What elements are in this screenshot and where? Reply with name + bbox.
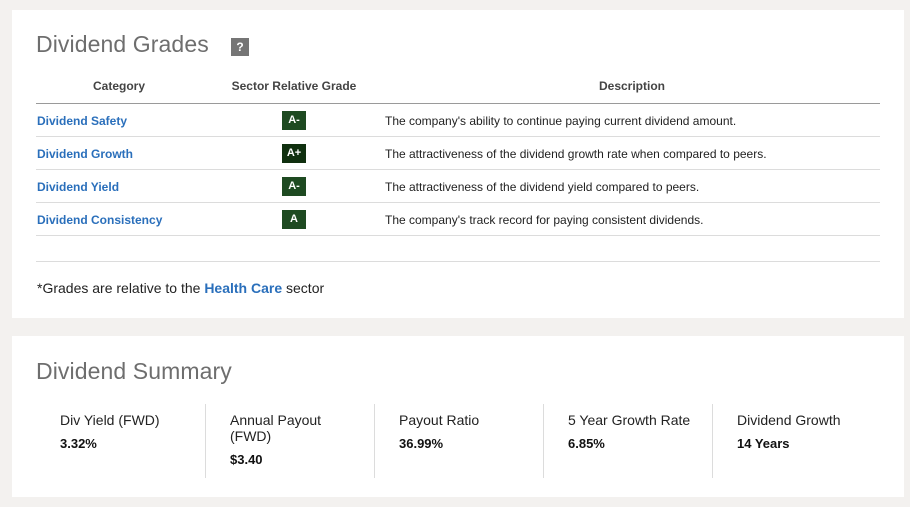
grade-description: The company's track record for paying co… — [385, 213, 704, 227]
summary-metrics: Div Yield (FWD) 3.32% Annual Payout (FWD… — [36, 404, 880, 478]
metric-value: $3.40 — [230, 452, 263, 467]
metric-label: Dividend Growth — [737, 412, 841, 428]
grade-description: The company's ability to continue paying… — [385, 114, 737, 128]
divider — [36, 261, 880, 262]
sector-footnote: *Grades are relative to the Health Care … — [37, 280, 324, 296]
metric-5-year-growth-rate: 5 Year Growth Rate 6.85% — [543, 404, 712, 478]
dividend-summary-card: Dividend Summary Div Yield (FWD) 3.32% A… — [12, 336, 904, 497]
metric-div-yield: Div Yield (FWD) 3.32% — [36, 404, 205, 478]
metric-label: 5 Year Growth Rate — [568, 412, 691, 428]
sector-link-health-care[interactable]: Health Care — [204, 280, 282, 296]
grade-badge: A- — [282, 111, 306, 130]
grade-badge: A+ — [282, 144, 306, 163]
metric-label: Annual Payout (FWD) — [230, 412, 322, 444]
footnote-suffix: sector — [282, 280, 325, 296]
category-link-dividend-consistency[interactable]: Dividend Consistency — [37, 213, 162, 227]
table-row: Dividend Yield A- The attractiveness of … — [36, 170, 880, 203]
table-header: Category Sector Relative Grade Descripti… — [36, 72, 880, 104]
category-link-dividend-growth[interactable]: Dividend Growth — [37, 147, 133, 161]
category-link-dividend-safety[interactable]: Dividend Safety — [37, 114, 127, 128]
metric-dividend-growth: Dividend Growth 14 Years — [712, 404, 881, 478]
column-header-grade: Sector Relative Grade — [231, 79, 357, 93]
metric-value: 36.99% — [399, 436, 444, 451]
dividend-grades-title: Dividend Grades — [36, 31, 209, 57]
category-link-dividend-yield[interactable]: Dividend Yield — [37, 180, 119, 194]
table-row: Dividend Consistency A The company's tra… — [36, 203, 880, 236]
metric-annual-payout: Annual Payout (FWD) $3.40 — [205, 404, 374, 478]
dividend-summary-title: Dividend Summary — [36, 358, 232, 384]
metric-value: 6.85% — [568, 436, 605, 451]
metric-value: 14 Years — [737, 436, 790, 451]
help-icon[interactable]: ? — [231, 38, 249, 56]
metric-value: 3.32% — [60, 436, 97, 451]
metric-payout-ratio: Payout Ratio 36.99% — [374, 404, 543, 478]
dividend-grades-card: Dividend Grades ? Category Sector Relati… — [12, 10, 904, 318]
grade-description: The attractiveness of the dividend growt… — [385, 147, 767, 161]
table-row: Dividend Safety A- The company's ability… — [36, 104, 880, 137]
table-row: Dividend Growth A+ The attractiveness of… — [36, 137, 880, 170]
grade-description: The attractiveness of the dividend yield… — [385, 180, 700, 194]
metric-label: Div Yield (FWD) — [60, 412, 160, 428]
column-header-category: Category — [92, 79, 145, 93]
footnote-prefix: *Grades are relative to the — [37, 280, 205, 296]
dividend-grades-table: Category Sector Relative Grade Descripti… — [36, 72, 880, 236]
metric-label: Payout Ratio — [399, 412, 480, 428]
grade-badge: A — [282, 210, 306, 229]
grade-badge: A- — [282, 177, 306, 196]
column-header-description: Description — [598, 79, 665, 93]
